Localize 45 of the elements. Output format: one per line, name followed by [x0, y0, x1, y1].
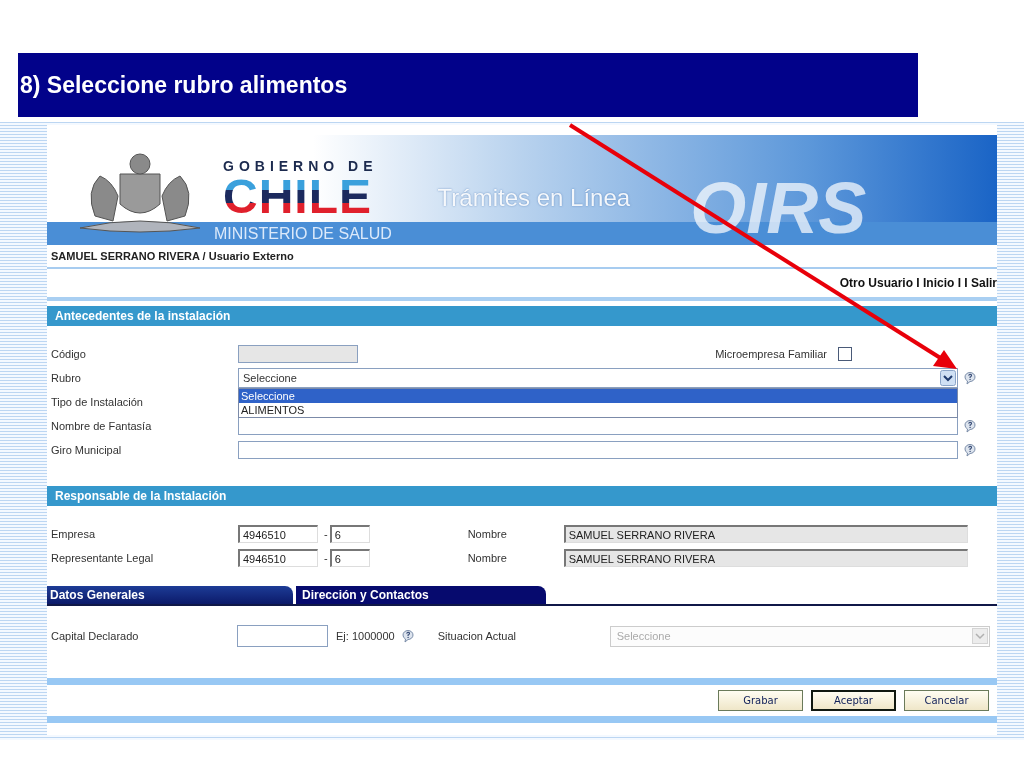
rut-field[interactable]: 4946510 — [238, 525, 318, 543]
check-digit-field[interactable]: 6 — [329, 525, 370, 543]
field-label: Capital Declarado — [51, 630, 140, 642]
field-label: Giro Municipal — [51, 444, 123, 456]
field-label: Nombre de Fantasía — [51, 420, 153, 432]
help-icon[interactable] — [963, 443, 977, 457]
form-button[interactable]: Grabar — [718, 690, 803, 711]
help-icon[interactable] — [963, 371, 977, 385]
field-label: Nombre — [467, 552, 508, 564]
help-icon[interactable] — [963, 419, 977, 433]
user-name: SAMUEL SERRANO RIVERA / Usuario Externo — [51, 250, 294, 262]
check-digit-field[interactable]: 6 — [329, 549, 370, 567]
logo-subtitle: GOBIERNO DE — [223, 158, 378, 174]
field-label: Código — [51, 348, 87, 360]
rut-field[interactable]: 4946510 — [238, 549, 318, 567]
app-logo-text: OIRS — [690, 172, 867, 244]
help-icon[interactable] — [400, 629, 415, 643]
field-label: Microempresa Familiar — [715, 348, 827, 360]
dropdown-option[interactable]: Seleccione — [239, 389, 957, 403]
field-label: Nombre — [467, 528, 508, 540]
field-label: Situacion Actual — [437, 630, 517, 642]
tab[interactable]: Dirección y Contactos — [296, 586, 546, 604]
ministry-name: MINISTERIO DE SALUD — [214, 224, 392, 243]
site-tagline: Trámites en Línea — [437, 184, 631, 212]
separator-text: - — [324, 552, 328, 564]
separator-text: - — [324, 528, 328, 540]
field-label: Empresa — [51, 528, 97, 540]
caret-icon — [971, 628, 988, 644]
field-label: Representante Legal — [51, 552, 155, 564]
nav-links[interactable]: Otro Usuario I Inicio I I Salir — [839, 276, 997, 290]
checkbox[interactable] — [838, 347, 852, 361]
tab[interactable]: Datos Generales — [47, 586, 293, 604]
section-header: Antecedentes de la instalación — [47, 306, 997, 326]
example-hint: Ej: 1000000 — [336, 630, 395, 642]
slide-title: 8) Seleccione rubro alimentos — [19, 71, 348, 99]
text-field[interactable] — [238, 441, 958, 459]
caret-icon — [940, 370, 956, 386]
field-label: Rubro — [51, 372, 82, 384]
section-header: Responsable de la Instalación — [47, 486, 997, 506]
capital-field[interactable] — [237, 625, 328, 647]
field-label: Tipo de Instalación — [51, 396, 144, 408]
dropdown-option[interactable]: ALIMENTOS — [239, 403, 957, 417]
form-button[interactable]: Aceptar — [811, 690, 896, 711]
form-button[interactable]: Cancelar — [904, 690, 989, 711]
rubro-dropdown[interactable]: Seleccione — [238, 368, 958, 388]
